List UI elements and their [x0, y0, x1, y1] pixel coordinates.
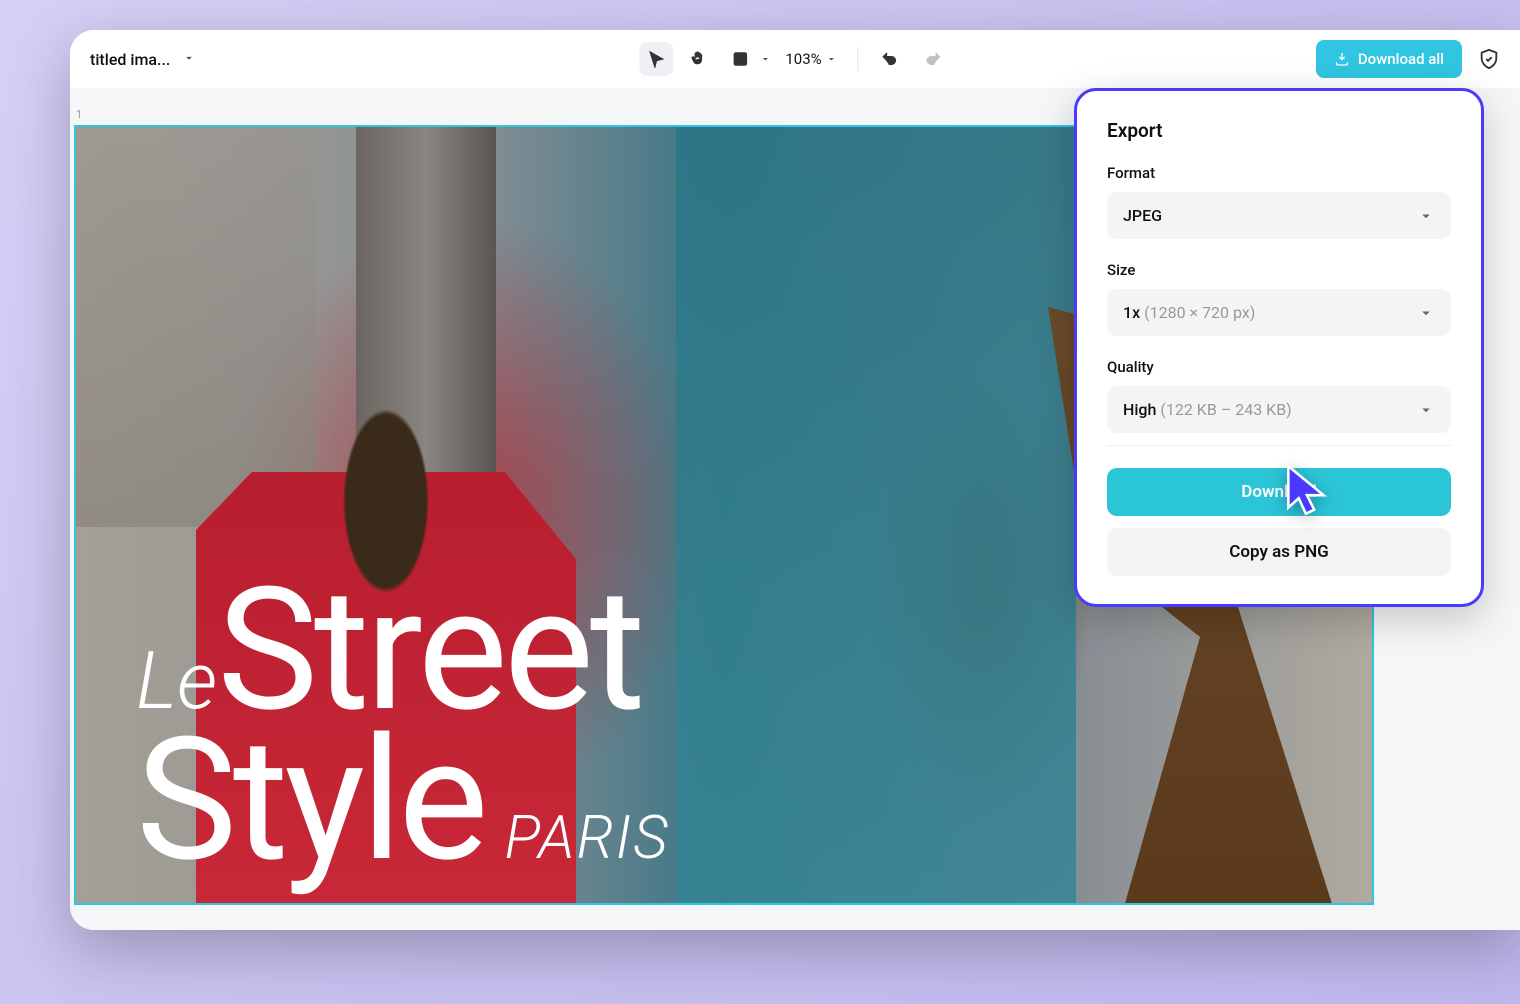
copy-as-png-button[interactable]: Copy as PNG — [1107, 528, 1451, 576]
download-all-button[interactable]: Download all — [1316, 40, 1462, 78]
redo-button[interactable] — [917, 42, 951, 76]
toolbar-right-group: Download all — [1316, 40, 1500, 78]
download-button[interactable]: Download — [1107, 468, 1451, 516]
format-label: Format — [1107, 164, 1451, 182]
toolbar-center-group: 103% — [639, 42, 950, 76]
undo-icon — [881, 50, 899, 68]
photo-building — [676, 127, 1076, 905]
crop-tool — [723, 42, 757, 76]
cursor-arrow-icon — [1282, 462, 1334, 520]
file-name[interactable]: titled ima... — [90, 50, 170, 69]
crop-icon — [731, 50, 749, 68]
export-panel: Export Format JPEG Size 1x (1280 × 720 p… — [1074, 88, 1484, 607]
hero-text-paris: PARIS — [504, 802, 669, 873]
size-select[interactable]: 1x (1280 × 720 px) — [1107, 289, 1451, 336]
quality-value: High — [1123, 400, 1156, 419]
export-panel-title: Export — [1107, 119, 1451, 142]
quality-select[interactable]: High (122 KB – 243 KB) — [1107, 386, 1451, 433]
hand-icon — [689, 50, 707, 68]
format-value: JPEG — [1123, 206, 1162, 225]
quality-label: Quality — [1107, 358, 1451, 376]
chevron-down-icon — [759, 53, 771, 65]
toolbar-divider — [858, 47, 859, 71]
redo-icon — [925, 50, 943, 68]
hero-text-overlay: LeStreet StylePARIS — [136, 578, 670, 873]
size-detail: (1280 × 720 px) — [1144, 303, 1255, 322]
size-value: 1x — [1123, 303, 1140, 322]
undo-button[interactable] — [873, 42, 907, 76]
export-divider — [1107, 445, 1451, 446]
shield-icon[interactable] — [1478, 48, 1500, 70]
quality-detail: (122 KB – 243 KB) — [1160, 400, 1291, 419]
format-select[interactable]: JPEG — [1107, 192, 1451, 239]
size-label: Size — [1107, 261, 1451, 279]
cursor-icon — [647, 50, 665, 68]
chevron-down-icon — [826, 53, 838, 65]
download-icon — [1334, 51, 1350, 67]
toolbar-left-group: titled ima... — [90, 50, 196, 69]
cursor-pointer-overlay — [1282, 462, 1334, 524]
download-all-label: Download all — [1358, 50, 1444, 68]
file-dropdown[interactable] — [182, 50, 196, 69]
chevron-down-icon — [182, 51, 196, 65]
zoom-value: 103% — [785, 50, 821, 68]
hero-text-style: Style — [136, 700, 484, 900]
chevron-down-icon — [1417, 401, 1435, 419]
top-toolbar: titled ima... 103% — [70, 30, 1520, 88]
chevron-down-icon — [1417, 207, 1435, 225]
select-tool[interactable] — [639, 42, 673, 76]
hand-tool[interactable] — [681, 42, 715, 76]
chevron-down-icon — [1417, 304, 1435, 322]
crop-tool-dropdown[interactable] — [723, 42, 771, 76]
zoom-level-dropdown[interactable]: 103% — [779, 50, 843, 68]
